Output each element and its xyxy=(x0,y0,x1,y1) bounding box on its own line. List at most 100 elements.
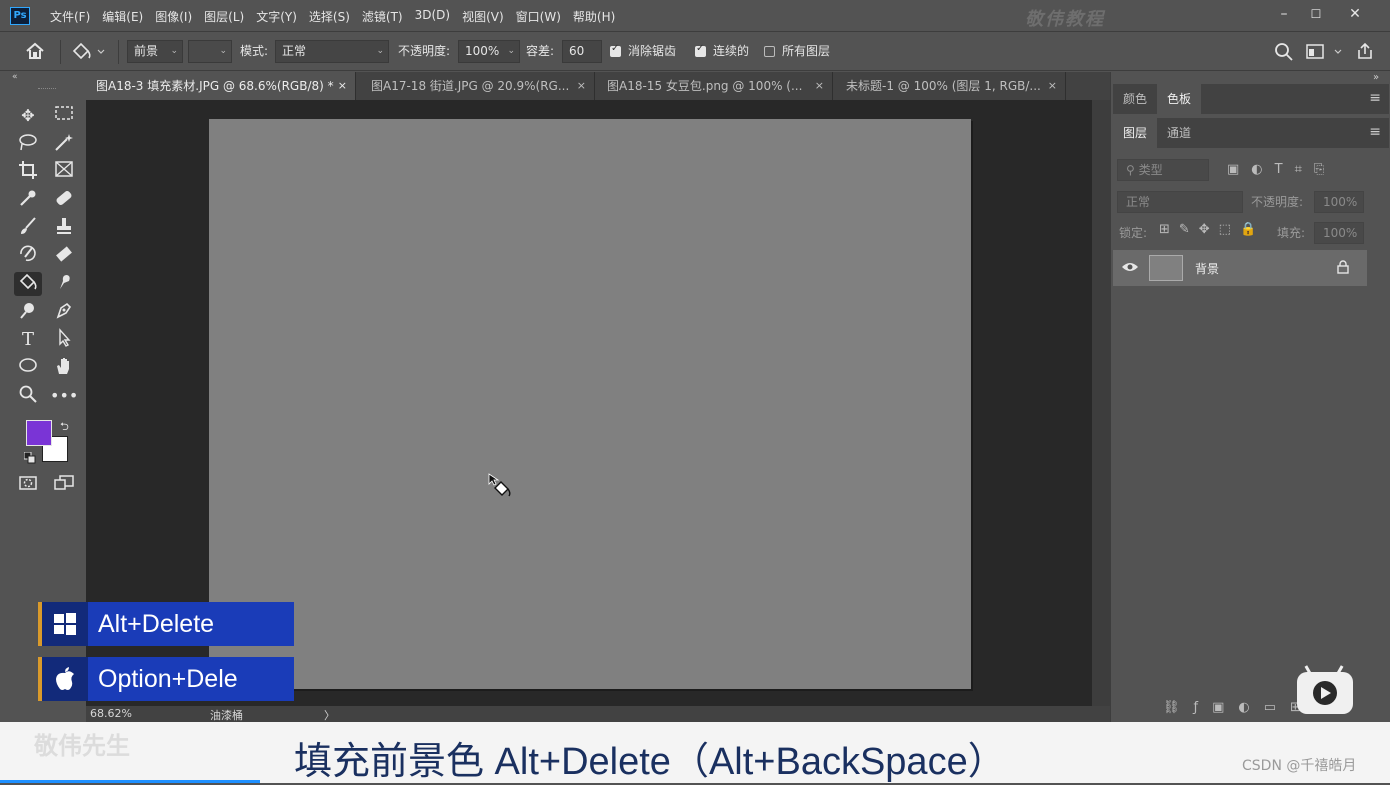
paint-bucket-cursor-icon xyxy=(486,472,514,500)
toolbar-collapse-button[interactable]: « xyxy=(0,72,86,84)
eraser-tool-icon[interactable] xyxy=(50,244,78,268)
menu-layer[interactable]: 图层(L) xyxy=(198,8,250,25)
frame-tool-icon[interactable] xyxy=(50,160,78,184)
close-button[interactable]: ✕ xyxy=(1340,4,1370,24)
caption-bar: 敬伟先生 填充前景色 Alt+Delete（Alt+BackSpace） CSD… xyxy=(0,722,1390,783)
status-tool-hint: 油漆桶 xyxy=(210,709,243,722)
more-tools-icon[interactable]: ••• xyxy=(50,384,78,408)
smudge-tool-icon[interactable] xyxy=(50,272,78,296)
tab-layers[interactable]: 图层 xyxy=(1113,118,1158,148)
video-play-button[interactable] xyxy=(1297,662,1353,714)
lasso-tool-icon[interactable] xyxy=(14,132,42,156)
default-colors-icon[interactable] xyxy=(23,451,36,464)
menu-window[interactable]: 窗口(W) xyxy=(510,8,567,25)
layer-filter-select[interactable]: ⚲ 类型 xyxy=(1117,159,1209,181)
menu-file[interactable]: 文件(F) xyxy=(44,8,96,25)
menu-image[interactable]: 图像(I) xyxy=(149,8,198,25)
document-canvas[interactable] xyxy=(209,119,971,689)
document-tab[interactable]: 图A18-3 填充素材.JPG @ 68.6%(RGB/8) * × xyxy=(86,72,356,100)
status-menu-arrow[interactable]: 〉 xyxy=(324,707,335,723)
all-layers-checkbox[interactable] xyxy=(764,46,775,57)
screen-mode-icon[interactable] xyxy=(50,474,78,498)
expand-panels-button[interactable]: » xyxy=(1373,72,1379,83)
fill-source-select[interactable]: 前景 ⌄ xyxy=(127,40,183,63)
move-tool-icon[interactable]: ✥ xyxy=(14,104,42,128)
clone-stamp-tool-icon[interactable] xyxy=(50,216,78,240)
chevron-down-icon: ⌄ xyxy=(376,46,384,56)
tab-color[interactable]: 颜色 xyxy=(1113,84,1157,114)
home-icon[interactable] xyxy=(24,41,48,63)
panel-menu-icon[interactable]: ≡ xyxy=(1369,90,1381,106)
fill-label: 填充: xyxy=(1277,226,1306,240)
vertical-scrollbar[interactable] xyxy=(1092,100,1110,706)
layer-opacity-input[interactable]: 100% xyxy=(1314,191,1364,213)
history-brush-tool-icon[interactable] xyxy=(14,244,42,268)
brush-tool-icon[interactable] xyxy=(14,216,42,240)
menu-help[interactable]: 帮助(H) xyxy=(567,8,621,25)
eye-icon[interactable] xyxy=(1121,260,1139,274)
blend-mode-select[interactable]: 正常 xyxy=(1117,191,1243,213)
layer-filter-icons[interactable]: ▣◐T⌗⎘ xyxy=(1227,162,1377,178)
status-bar: 68.62% 油漆桶 〉 xyxy=(86,706,1110,722)
paint-bucket-tool-icon[interactable] xyxy=(14,272,42,296)
menu-filter[interactable]: 滤镜(T) xyxy=(356,8,409,25)
layer-thumbnail xyxy=(1149,255,1183,281)
pattern-picker[interactable]: ⌄ xyxy=(188,40,232,63)
layer-row[interactable]: 背景 xyxy=(1113,250,1367,286)
mode-select[interactable]: 正常 ⌄ xyxy=(275,40,389,63)
menu-type[interactable]: 文字(Y) xyxy=(250,8,303,25)
crop-tool-icon[interactable] xyxy=(14,160,42,184)
minimize-button[interactable]: – xyxy=(1269,4,1299,24)
document-tab[interactable]: 图A18-15 女豆包.png @ 100% (... × xyxy=(597,72,833,100)
document-tab[interactable]: 未标题-1 @ 100% (图层 1, RGB/... × xyxy=(836,72,1066,100)
layer-actions-bar[interactable]: ⛓ƒ▣◐▭⊞🗑 xyxy=(1163,700,1390,718)
contiguous-checkbox[interactable] xyxy=(695,43,706,57)
type-tool-icon[interactable]: T xyxy=(14,328,42,352)
tolerance-input[interactable]: 60 xyxy=(562,40,602,63)
contiguous-label: 连续的 xyxy=(713,44,750,58)
magic-wand-tool-icon[interactable] xyxy=(50,132,78,156)
menu-select[interactable]: 选择(S) xyxy=(303,8,356,25)
ellipse-tool-icon[interactable] xyxy=(14,356,42,380)
zoom-level[interactable]: 68.62% xyxy=(90,707,132,720)
lock-icon[interactable] xyxy=(1337,260,1349,274)
pen-tool-icon[interactable] xyxy=(50,300,78,324)
menu-edit[interactable]: 编辑(E) xyxy=(96,8,149,25)
menu-view[interactable]: 视图(V) xyxy=(456,8,510,25)
maximize-button[interactable]: ☐ xyxy=(1301,4,1331,24)
blend-mode-value: 正常 xyxy=(1126,195,1151,209)
zoom-tool-icon[interactable] xyxy=(14,384,42,408)
lock-icons[interactable]: ⊞✎✥⬚🔒 xyxy=(1159,222,1269,240)
share-icon[interactable] xyxy=(1355,41,1375,61)
close-tab-icon[interactable]: × xyxy=(815,72,824,100)
search-icon[interactable] xyxy=(1274,42,1294,62)
hand-tool-icon[interactable] xyxy=(50,356,78,380)
tab-swatches[interactable]: 色板 xyxy=(1157,84,1202,114)
eyedropper-tool-icon[interactable] xyxy=(14,188,42,212)
quick-mask-icon[interactable] xyxy=(14,474,42,498)
paint-bucket-preset-icon[interactable] xyxy=(70,41,110,63)
document-tab-bar: 图A18-3 填充素材.JPG @ 68.6%(RGB/8) * × 图A17-… xyxy=(86,72,1110,100)
marquee-tool-icon[interactable] xyxy=(50,104,78,128)
windows-shortcut-label: Alt+Delete xyxy=(98,610,215,638)
chevron-down-icon: ⌄ xyxy=(219,46,227,56)
layer-name[interactable]: 背景 xyxy=(1195,260,1219,277)
chevron-down-icon: ⌄ xyxy=(507,46,515,56)
fill-input[interactable]: 100% xyxy=(1314,222,1364,244)
close-tab-icon[interactable]: × xyxy=(1048,72,1057,100)
opacity-input[interactable]: 100% ⌄ xyxy=(458,40,520,63)
healing-brush-tool-icon[interactable] xyxy=(50,188,78,212)
tab-channels[interactable]: 通道 xyxy=(1157,118,1201,148)
path-selection-tool-icon[interactable] xyxy=(50,328,78,352)
foreground-color-swatch[interactable] xyxy=(26,420,52,446)
antialias-checkbox[interactable] xyxy=(610,43,621,57)
panel-menu-icon[interactable]: ≡ xyxy=(1369,124,1381,140)
menu-3d[interactable]: 3D(D) xyxy=(409,8,456,25)
close-tab-icon[interactable]: × xyxy=(338,72,347,100)
swap-colors-icon[interactable]: ⮌ xyxy=(60,418,69,437)
close-tab-icon[interactable]: × xyxy=(577,72,586,100)
toolbar-grip[interactable] xyxy=(38,88,56,90)
workspace-icon[interactable] xyxy=(1305,43,1345,61)
document-tab[interactable]: 图A17-18 街道.JPG @ 20.9%(RG... × xyxy=(361,72,595,100)
dodge-tool-icon[interactable] xyxy=(14,300,42,324)
